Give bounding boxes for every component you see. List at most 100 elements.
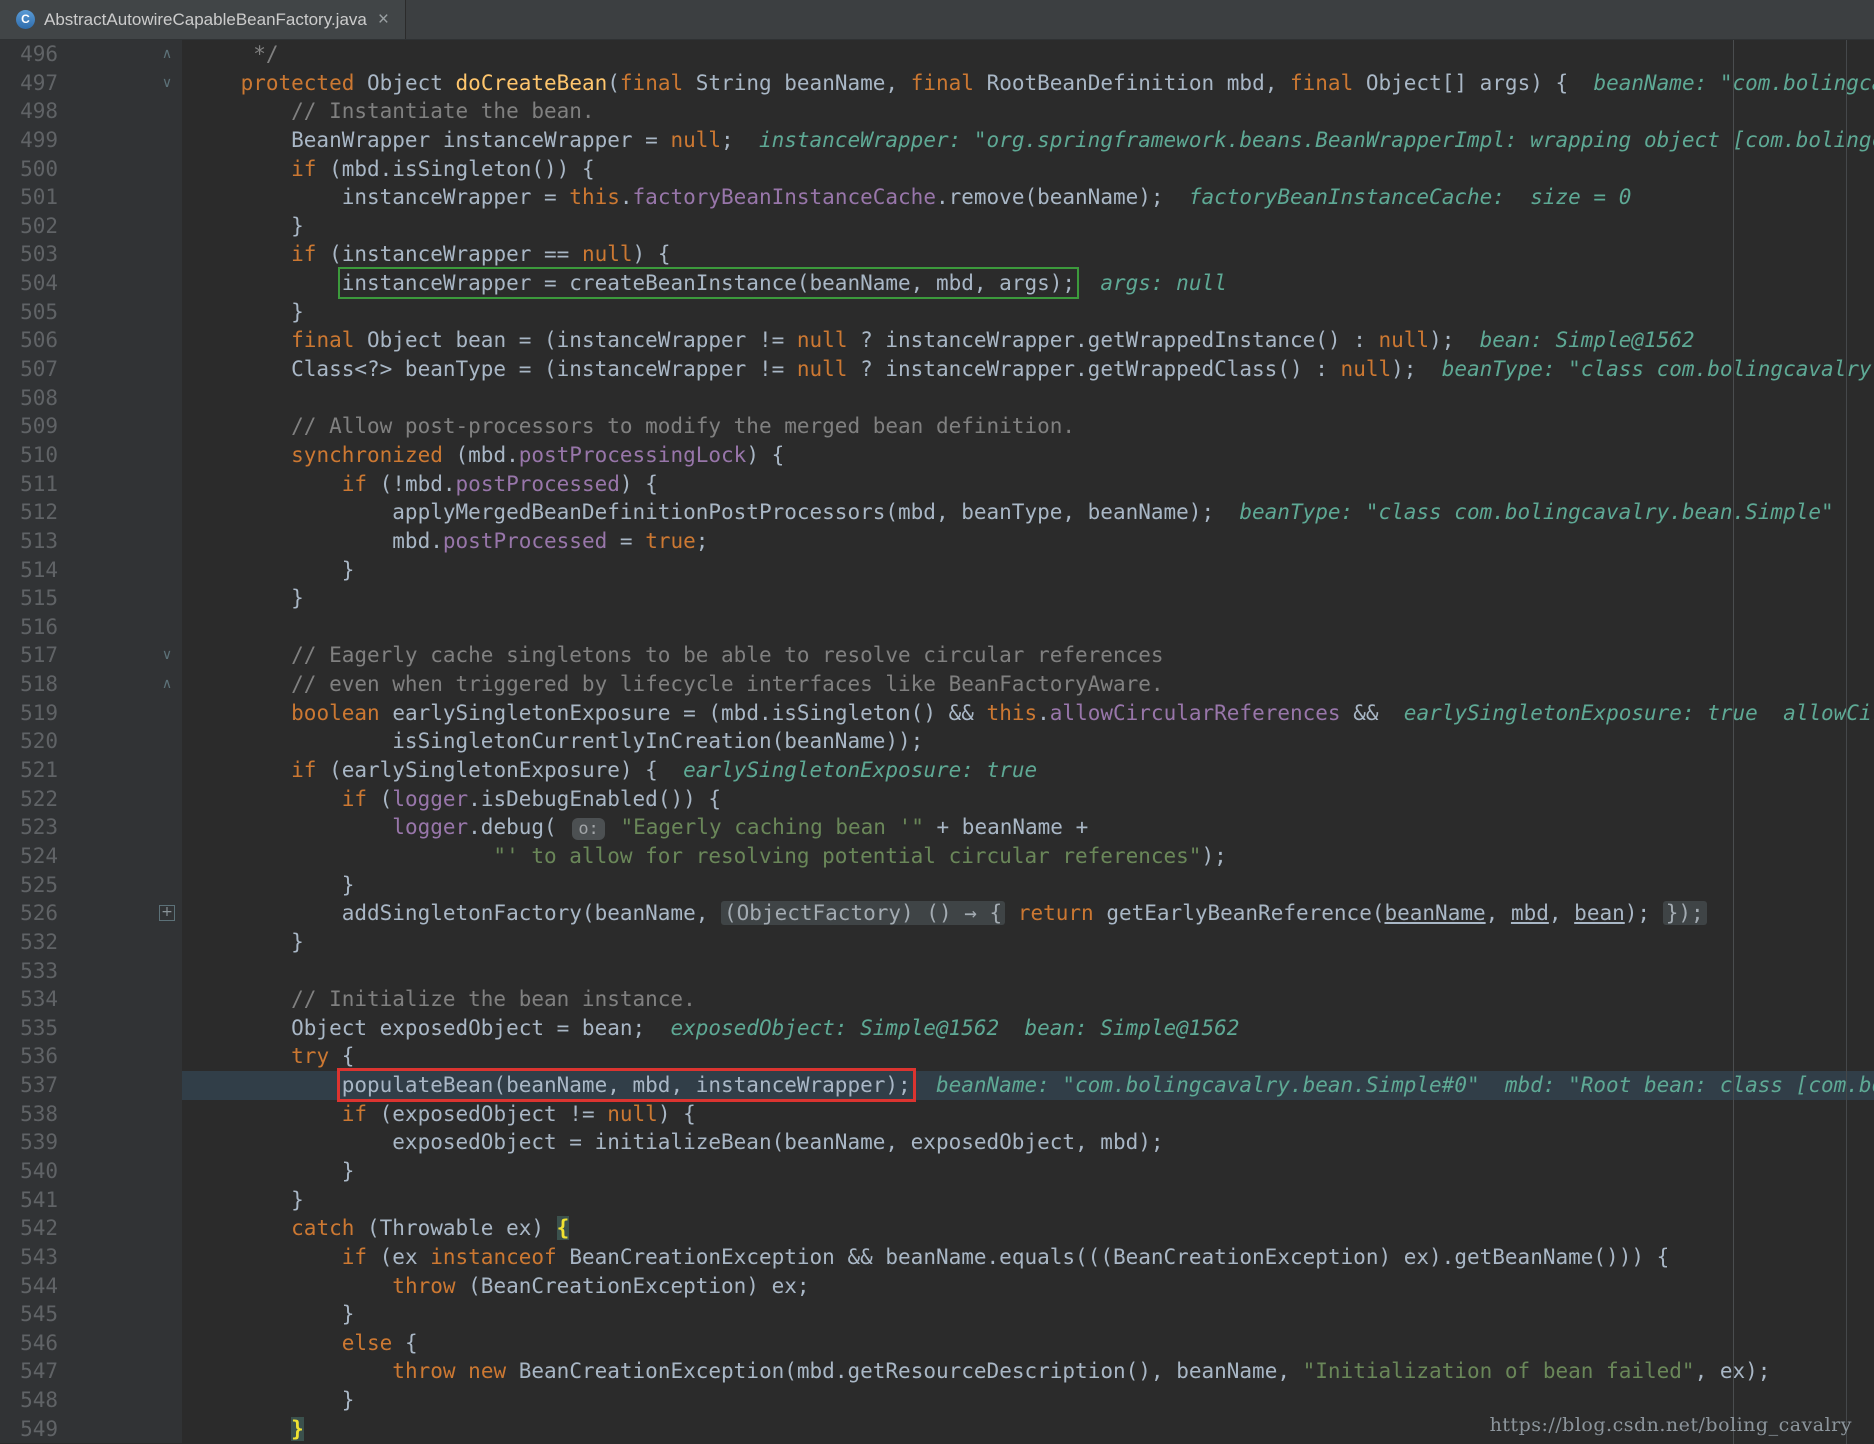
gutter[interactable]: 512	[0, 498, 182, 527]
gutter[interactable]: 514	[0, 556, 182, 585]
line-number[interactable]: 497	[0, 69, 58, 98]
code-content[interactable]: boolean earlySingletonExposure = (mbd.is…	[182, 699, 1874, 728]
gutter[interactable]: 521	[0, 756, 182, 785]
code-content[interactable]: throw new BeanCreationException(mbd.getR…	[182, 1357, 1874, 1386]
gutter[interactable]: 504	[0, 269, 182, 298]
code-content[interactable]: mbd.postProcessed = true;	[182, 527, 1874, 556]
gutter[interactable]: 518∧	[0, 670, 182, 699]
gutter[interactable]: 534	[0, 985, 182, 1014]
gutter[interactable]: 546	[0, 1329, 182, 1358]
line-number[interactable]: 542	[0, 1214, 58, 1243]
gutter[interactable]: 501	[0, 183, 182, 212]
line-number[interactable]: 505	[0, 298, 58, 327]
gutter[interactable]: 540	[0, 1157, 182, 1186]
gutter[interactable]: 519	[0, 699, 182, 728]
gutter[interactable]: 536	[0, 1042, 182, 1071]
code-content[interactable]: try {	[182, 1042, 1874, 1071]
gutter[interactable]: 513	[0, 527, 182, 556]
gutter[interactable]: 547	[0, 1357, 182, 1386]
gutter[interactable]: 515	[0, 584, 182, 613]
line-number[interactable]: 506	[0, 326, 58, 355]
fold-end-icon[interactable]: ∧	[155, 40, 179, 69]
code-content[interactable]: catch (Throwable ex) {	[182, 1214, 1874, 1243]
line-number[interactable]: 512	[0, 498, 58, 527]
code-content[interactable]: final Object bean = (instanceWrapper != …	[182, 326, 1874, 355]
line-number[interactable]: 544	[0, 1272, 58, 1301]
line-number[interactable]: 523	[0, 813, 58, 842]
code-content[interactable]: throw (BeanCreationException) ex;	[182, 1272, 1874, 1301]
gutter[interactable]: 543	[0, 1243, 182, 1272]
code-content[interactable]: protected Object doCreateBean(final Stri…	[182, 69, 1874, 98]
line-number[interactable]: 538	[0, 1100, 58, 1129]
line-number[interactable]: 503	[0, 240, 58, 269]
gutter[interactable]: 507	[0, 355, 182, 384]
line-number[interactable]: 513	[0, 527, 58, 556]
line-number[interactable]: 526	[0, 899, 58, 928]
gutter[interactable]: 506	[0, 326, 182, 355]
gutter[interactable]: 541	[0, 1186, 182, 1215]
line-number[interactable]: 504	[0, 269, 58, 298]
line-number[interactable]: 534	[0, 985, 58, 1014]
code-content[interactable]: if (!mbd.postProcessed) {	[182, 470, 1874, 499]
gutter[interactable]: 537	[0, 1071, 182, 1100]
gutter[interactable]: 535	[0, 1014, 182, 1043]
code-content[interactable]: if (exposedObject != null) {	[182, 1100, 1874, 1129]
code-content[interactable]: }	[182, 298, 1874, 327]
line-number[interactable]: 507	[0, 355, 58, 384]
code-content[interactable]: BeanWrapper instanceWrapper = null; inst…	[182, 126, 1874, 155]
code-content[interactable]	[182, 957, 1874, 986]
line-number[interactable]: 515	[0, 584, 58, 613]
gutter[interactable]: 544	[0, 1272, 182, 1301]
fold-plus-icon[interactable]: +	[159, 905, 175, 921]
code-content[interactable]: }	[182, 1386, 1874, 1415]
editor-tab[interactable]: C AbstractAutowireCapableBeanFactory.jav…	[0, 0, 406, 39]
code-content[interactable]: // Instantiate the bean.	[182, 97, 1874, 126]
gutter[interactable]: 497∨	[0, 69, 182, 98]
code-content[interactable]: Class<?> beanType = (instanceWrapper != …	[182, 355, 1874, 384]
code-content[interactable]	[182, 613, 1874, 642]
code-content[interactable]: addSingletonFactory(beanName, (ObjectFac…	[182, 899, 1874, 928]
line-number[interactable]: 532	[0, 928, 58, 957]
code-content[interactable]: Object exposedObject = bean; exposedObje…	[182, 1014, 1874, 1043]
line-number[interactable]: 548	[0, 1386, 58, 1415]
line-number[interactable]: 509	[0, 412, 58, 441]
code-content[interactable]: else {	[182, 1329, 1874, 1358]
line-number[interactable]: 545	[0, 1300, 58, 1329]
gutter[interactable]: 524	[0, 842, 182, 871]
code-content[interactable]: synchronized (mbd.postProcessingLock) {	[182, 441, 1874, 470]
gutter[interactable]: 510	[0, 441, 182, 470]
line-number[interactable]: 524	[0, 842, 58, 871]
fold-end-icon[interactable]: ∧	[155, 670, 179, 699]
code-content[interactable]: populateBean(beanName, mbd, instanceWrap…	[182, 1071, 1874, 1100]
line-number[interactable]: 511	[0, 470, 58, 499]
gutter[interactable]: 496∧	[0, 40, 182, 69]
line-number[interactable]: 517	[0, 641, 58, 670]
gutter[interactable]: 517∨	[0, 641, 182, 670]
line-number[interactable]: 514	[0, 556, 58, 585]
code-content[interactable]	[182, 384, 1874, 413]
line-number[interactable]: 537	[0, 1071, 58, 1100]
gutter[interactable]: 545	[0, 1300, 182, 1329]
code-content[interactable]: exposedObject = initializeBean(beanName,…	[182, 1128, 1874, 1157]
line-number[interactable]: 541	[0, 1186, 58, 1215]
line-number[interactable]: 502	[0, 212, 58, 241]
gutter[interactable]: 525	[0, 871, 182, 900]
line-number[interactable]: 516	[0, 613, 58, 642]
gutter[interactable]: 500	[0, 155, 182, 184]
code-content[interactable]: // Initialize the bean instance.	[182, 985, 1874, 1014]
code-content[interactable]: instanceWrapper = createBeanInstance(bea…	[182, 269, 1874, 298]
line-number[interactable]: 546	[0, 1329, 58, 1358]
code-content[interactable]: }	[182, 556, 1874, 585]
code-content[interactable]: }	[182, 1300, 1874, 1329]
line-number[interactable]: 501	[0, 183, 58, 212]
code-content[interactable]: // even when triggered by lifecycle inte…	[182, 670, 1874, 699]
line-number[interactable]: 500	[0, 155, 58, 184]
gutter[interactable]: 505	[0, 298, 182, 327]
gutter[interactable]: 509	[0, 412, 182, 441]
gutter[interactable]: 503	[0, 240, 182, 269]
gutter[interactable]: 549	[0, 1415, 182, 1444]
gutter[interactable]: 538	[0, 1100, 182, 1129]
code-content[interactable]: }	[182, 584, 1874, 613]
line-number[interactable]: 539	[0, 1128, 58, 1157]
code-content[interactable]: }	[182, 928, 1874, 957]
